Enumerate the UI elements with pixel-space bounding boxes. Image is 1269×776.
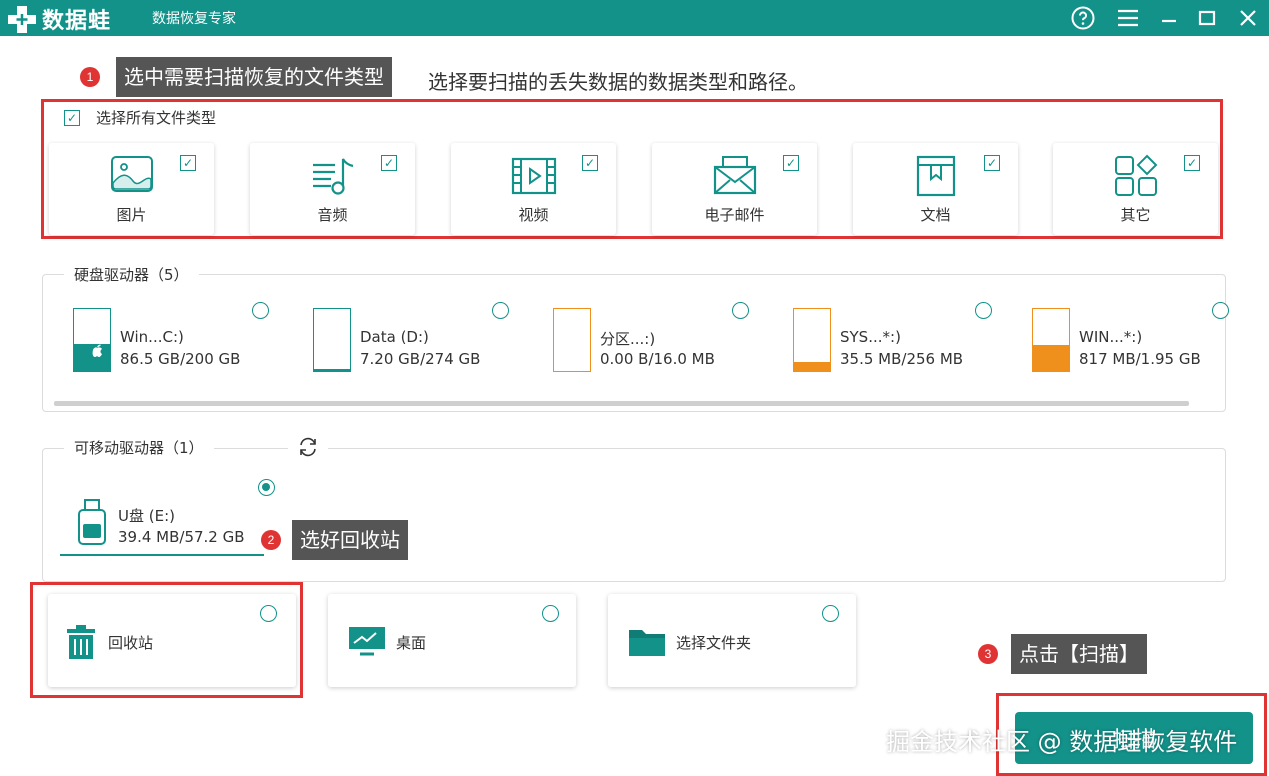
file-type-label: 图片 bbox=[116, 206, 147, 224]
recycle-bin-radio[interactable] bbox=[260, 605, 277, 622]
file-type-document[interactable]: ✓ 文档 bbox=[853, 143, 1018, 235]
other-icon bbox=[1112, 153, 1160, 199]
file-type-label: 文档 bbox=[920, 206, 951, 224]
minimize-icon[interactable] bbox=[1155, 4, 1183, 32]
title-bar: 数据蛙 数据恢复专家 bbox=[0, 0, 1269, 36]
close-icon[interactable] bbox=[1234, 4, 1262, 32]
desktop-icon bbox=[348, 626, 386, 660]
drive-partition-radio[interactable] bbox=[732, 302, 749, 319]
hard-drive-title: 硬盘驱动器（5） bbox=[64, 264, 199, 285]
step1-badge: 1 bbox=[80, 67, 100, 87]
select-all-label: 选择所有文件类型 bbox=[96, 109, 217, 127]
mail-icon bbox=[711, 153, 759, 199]
step1-callout: 1 选中需要扫描恢复的文件类型 bbox=[80, 57, 392, 97]
apple-icon bbox=[92, 344, 102, 357]
drive-win-radio[interactable] bbox=[1212, 302, 1229, 319]
other-checkbox[interactable]: ✓ bbox=[1184, 155, 1200, 171]
file-type-label: 音频 bbox=[317, 206, 348, 224]
usb-drive-item[interactable]: U盘 (E:) 39.4 MB/57.2 GB bbox=[60, 490, 264, 556]
usb-drive-icon bbox=[77, 498, 107, 550]
drive-size: 7.20 GB/274 GB bbox=[360, 350, 481, 368]
drive-sys-radio[interactable] bbox=[975, 302, 992, 319]
help-icon[interactable] bbox=[1069, 4, 1097, 32]
menu-icon[interactable] bbox=[1114, 4, 1142, 32]
folder-icon bbox=[628, 626, 666, 662]
drive-c-radio[interactable] bbox=[252, 302, 269, 319]
document-checkbox[interactable]: ✓ bbox=[984, 155, 1000, 171]
logo-text: 数据蛙 bbox=[42, 9, 112, 34]
email-checkbox[interactable]: ✓ bbox=[783, 155, 799, 171]
file-type-other[interactable]: ✓ 其它 bbox=[1053, 143, 1218, 235]
drive-usage-bar bbox=[793, 308, 831, 372]
video-icon bbox=[510, 153, 558, 199]
drive-name: WIN...*:) bbox=[1079, 328, 1143, 346]
select-all-checkbox[interactable]: ✓ bbox=[64, 109, 80, 126]
image-checkbox[interactable]: ✓ bbox=[180, 155, 196, 171]
drive-name: SYS...*:) bbox=[840, 328, 901, 346]
location-label: 桌面 bbox=[396, 634, 427, 652]
refresh-icon[interactable] bbox=[288, 434, 328, 460]
drive-name: Data (D:) bbox=[360, 328, 429, 346]
desktop-radio[interactable] bbox=[542, 605, 559, 622]
drive-usage-bar bbox=[73, 308, 111, 372]
step3-badge: 3 bbox=[978, 644, 998, 664]
audio-checkbox[interactable]: ✓ bbox=[381, 155, 397, 171]
app-subtitle: 数据恢复专家 bbox=[152, 11, 236, 27]
usb-drive-name: U盘 (E:) bbox=[118, 507, 175, 525]
drive-size: 817 MB/1.95 GB bbox=[1079, 350, 1201, 368]
file-type-label: 电子邮件 bbox=[704, 206, 765, 224]
instruction-text: 选择要扫描的丢失数据的数据类型和路径。 bbox=[428, 70, 808, 94]
select-all-types[interactable]: ✓ 选择所有文件类型 bbox=[64, 107, 216, 128]
music-icon bbox=[309, 153, 357, 199]
drive-size: 86.5 GB/200 GB bbox=[120, 350, 241, 368]
watermark: 掘金技术社区 @ 数据蛙恢复软件 bbox=[886, 728, 1238, 756]
location-label: 选择文件夹 bbox=[676, 634, 752, 652]
drive-usage-bar bbox=[553, 308, 591, 372]
location-recycle-bin[interactable]: 回收站 bbox=[48, 594, 296, 687]
file-type-video[interactable]: ✓ 视频 bbox=[451, 143, 616, 235]
location-desktop[interactable]: 桌面 bbox=[328, 594, 576, 687]
image-icon bbox=[108, 153, 156, 199]
file-type-email[interactable]: ✓ 电子邮件 bbox=[652, 143, 817, 235]
step2-tip: 选好回收站 bbox=[292, 520, 408, 560]
step3-tip: 点击【扫描】 bbox=[1011, 634, 1147, 674]
step2-badge: 2 bbox=[261, 530, 281, 550]
location-select-folder[interactable]: 选择文件夹 bbox=[608, 594, 856, 687]
video-checkbox[interactable]: ✓ bbox=[582, 155, 598, 171]
drive-d-radio[interactable] bbox=[492, 302, 509, 319]
step1-tip: 选中需要扫描恢复的文件类型 bbox=[116, 57, 392, 97]
drive-name: Win...C:) bbox=[120, 328, 184, 346]
highlight-file-types bbox=[41, 99, 1223, 239]
select-folder-radio[interactable] bbox=[822, 605, 839, 622]
location-label: 回收站 bbox=[108, 634, 154, 652]
maximize-icon[interactable] bbox=[1193, 4, 1221, 32]
drive-size: 0.00 B/16.0 MB bbox=[600, 350, 715, 368]
file-type-image[interactable]: ✓ 图片 bbox=[49, 143, 214, 235]
drive-scrollbar[interactable] bbox=[54, 401, 1189, 406]
logo-cross-icon bbox=[6, 4, 38, 34]
app-logo: 数据蛙 bbox=[6, 3, 111, 35]
drive-size: 35.5 MB/256 MB bbox=[840, 350, 964, 368]
removable-drive-title: 可移动驱动器（1） bbox=[64, 437, 214, 458]
file-type-label: 其它 bbox=[1120, 206, 1151, 224]
drive-usage-bar bbox=[1032, 308, 1070, 372]
file-type-label: 视频 bbox=[518, 206, 549, 224]
drive-name: 分区...:) bbox=[600, 330, 656, 348]
usb-drive-size: 39.4 MB/57.2 GB bbox=[118, 528, 245, 546]
usb-drive-radio[interactable] bbox=[258, 479, 275, 496]
drive-usage-bar bbox=[313, 308, 351, 372]
document-icon bbox=[912, 153, 960, 199]
file-type-audio[interactable]: ✓ 音频 bbox=[250, 143, 415, 235]
trash-icon bbox=[66, 624, 96, 664]
